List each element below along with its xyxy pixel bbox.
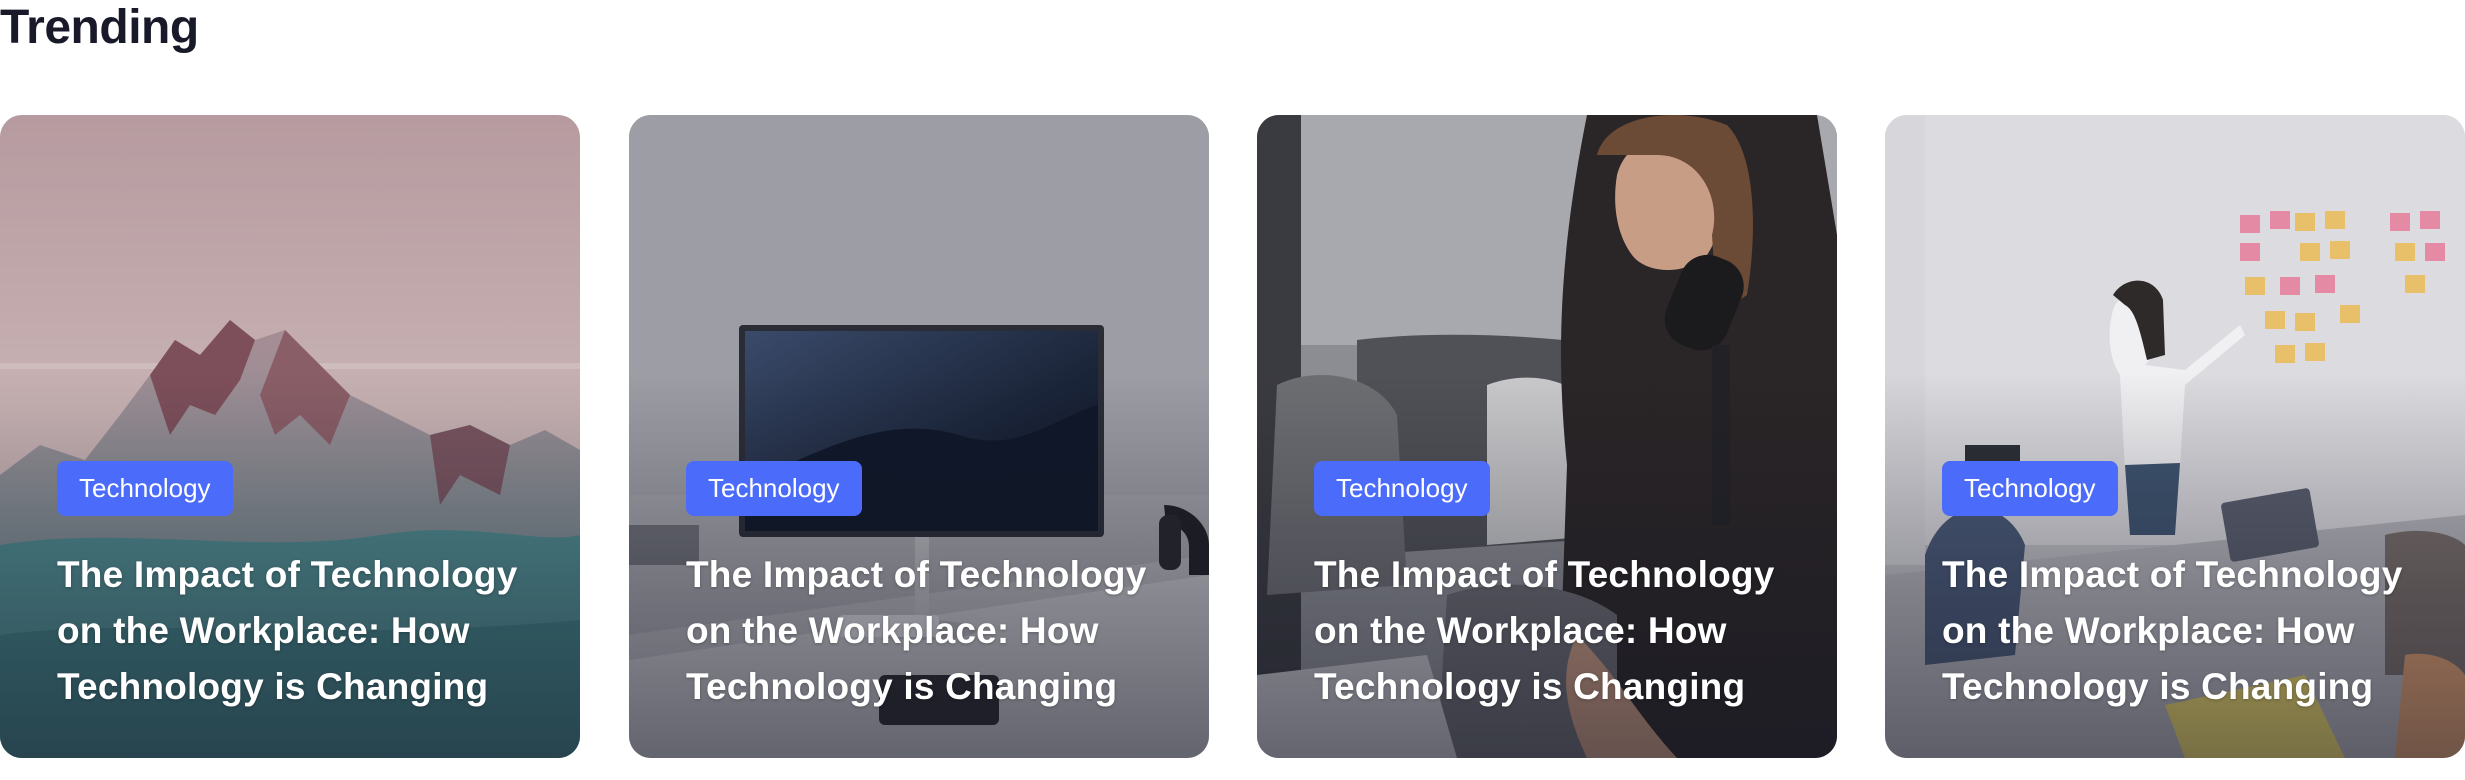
- trending-card[interactable]: Technology The Impact of Technology on t…: [0, 115, 580, 758]
- section-title: Trending: [0, 1, 199, 54]
- card-title[interactable]: The Impact of Technology on the Workplac…: [1314, 547, 1804, 715]
- category-badge[interactable]: Technology: [686, 461, 862, 516]
- trending-card[interactable]: Technology The Impact of Technology on t…: [629, 115, 1209, 758]
- category-badge[interactable]: Technology: [1942, 461, 2118, 516]
- category-badge[interactable]: Technology: [57, 461, 233, 516]
- card-title[interactable]: The Impact of Technology on the Workplac…: [57, 547, 547, 715]
- category-badge[interactable]: Technology: [1314, 461, 1490, 516]
- card-title[interactable]: The Impact of Technology on the Workplac…: [1942, 547, 2432, 715]
- trending-card[interactable]: Technology The Impact of Technology on t…: [1257, 115, 1837, 758]
- trending-card[interactable]: Technology The Impact of Technology on t…: [1885, 115, 2465, 758]
- card-title[interactable]: The Impact of Technology on the Workplac…: [686, 547, 1176, 715]
